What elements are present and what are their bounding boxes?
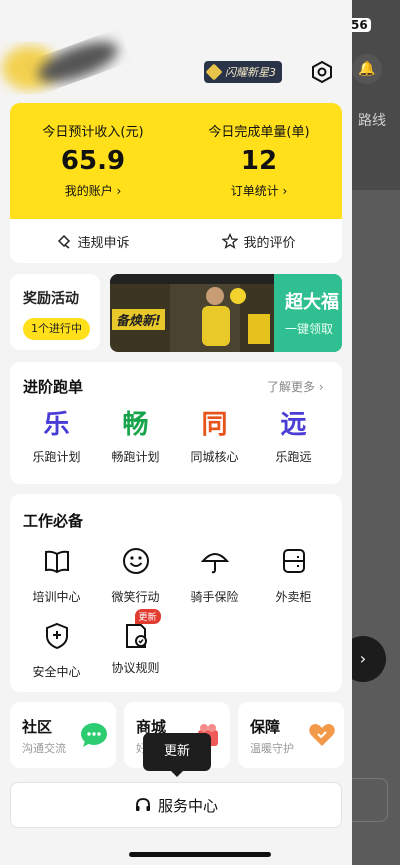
tool-agreement-rules[interactable]: 更新 协议规则 (96, 609, 175, 680)
home-indicator[interactable] (129, 852, 271, 857)
advance-grid: 乐 乐跑计划 畅 畅跑计划 同 同城核心 远 乐跑远 (17, 410, 333, 465)
promo-banner[interactable]: 备焕新! 超大福 一键领取 (110, 274, 342, 352)
lepaoyuan-char: 远 (280, 410, 307, 440)
work-essentials-title: 工作必备 (23, 512, 84, 530)
advance-item-label: 同城核心 (190, 450, 239, 464)
bell-icon[interactable]: 🔔 (352, 54, 382, 84)
protection-sub: 温暖守护 (250, 742, 294, 755)
tool-rider-insurance[interactable]: 骑手保险 (175, 546, 254, 605)
tool-label: 安全中心 (32, 665, 81, 679)
tool-delivery-locker[interactable]: 外卖柜 (254, 546, 333, 605)
tool-label: 协议规则 (111, 661, 160, 675)
today-income[interactable]: 今日预计收入(元) 65.9 我的账户 › (10, 103, 176, 199)
my-rating-button[interactable]: 我的评价 (176, 232, 342, 251)
tool-label: 外卖柜 (275, 590, 312, 604)
protection-title: 保障 (250, 718, 281, 736)
banner-right-title: 超大福 (285, 292, 339, 313)
community-sub: 沟通交流 (22, 742, 66, 755)
advance-item-tongcheng[interactable]: 同 同城核心 (175, 410, 254, 465)
headset-icon (135, 798, 150, 811)
star-icon (222, 233, 239, 249)
my-rating-label: 我的评价 (243, 235, 296, 251)
today-income-value: 65.9 (60, 146, 126, 176)
diamond-icon (205, 63, 223, 81)
changpao-char: 畅 (122, 410, 149, 440)
update-tag: 更新 (134, 609, 161, 624)
today-orders-value: 12 (240, 146, 278, 176)
community-title: 社区 (22, 718, 53, 736)
advance-item-lepao[interactable]: 乐 乐跑计划 (17, 410, 96, 465)
level-badge[interactable]: 闪耀新星3 (204, 61, 282, 83)
tools-row-1: 培训中心 微笑行动 骑手保险 外卖柜 (17, 546, 333, 605)
banner-left-text: 备焕新! (112, 309, 165, 330)
tool-label: 微笑行动 (111, 590, 160, 604)
order-stats-link[interactable]: 订单统计 › (176, 182, 342, 199)
tool-safety-center[interactable]: 安全中心 (17, 621, 96, 680)
tool-label: 骑手保险 (190, 590, 239, 604)
reward-count-pill: 1个进行中 (23, 318, 90, 340)
appeal-icon (58, 234, 71, 249)
heart-icon (309, 724, 335, 746)
tongcheng-char: 同 (201, 410, 228, 440)
advance-title: 进阶跑单 (23, 378, 84, 396)
shield-icon (45, 622, 68, 650)
locker-icon (282, 549, 305, 573)
banner-right-sub: 一键领取 (285, 322, 334, 336)
background-bottom-button[interactable] (352, 778, 388, 822)
book-icon (44, 550, 69, 574)
advance-item-label: 乐跑远 (275, 450, 312, 464)
service-center-label: 服务中心 (157, 796, 218, 815)
smile-icon (122, 548, 149, 574)
advance-item-lepaoyuan[interactable]: 远 乐跑远 (254, 410, 333, 465)
learn-more-link[interactable]: 了解更多 › (267, 378, 324, 395)
update-tooltip[interactable]: 更新 (143, 733, 211, 777)
community-card[interactable]: 社区 沟通交流 (10, 702, 116, 768)
route-label[interactable]: 路线 (358, 110, 386, 130)
advance-item-changpao[interactable]: 畅 畅跑计划 (96, 410, 175, 465)
advance-item-label: 畅跑计划 (111, 450, 160, 464)
report-row: 违规申诉 我的评价 (10, 219, 342, 263)
umbrella-icon (200, 553, 229, 574)
service-center-button[interactable]: 服务中心 (10, 782, 342, 828)
side-drawer: 闪耀新星3 今日预计收入(元) 65.9 我的账户 › 今日完成单量(单) 12… (0, 0, 352, 865)
settings-icon[interactable] (310, 60, 334, 84)
badge-label: 闪耀新星3 (225, 66, 276, 79)
today-income-label: 今日预计收入(元) (42, 125, 144, 140)
reward-title: 奖励活动 (23, 291, 79, 307)
violation-appeal-label: 违规申诉 (77, 235, 130, 251)
avatar[interactable] (0, 28, 130, 108)
lepao-char: 乐 (43, 410, 70, 440)
income-card: 今日预计收入(元) 65.9 我的账户 › 今日完成单量(单) 12 订单统计 … (10, 103, 342, 219)
tool-label: 培训中心 (32, 590, 81, 604)
agreement-icon-wrap: 更新 (121, 609, 161, 651)
tool-smile-action[interactable]: 微笑行动 (96, 546, 175, 605)
chat-bubble-icon (81, 723, 107, 747)
violation-appeal-button[interactable]: 违规申诉 (10, 232, 176, 251)
today-orders-label: 今日完成单量(单) (208, 125, 310, 140)
agreement-icon (125, 624, 147, 648)
my-account-link[interactable]: 我的账户 › (10, 182, 176, 199)
reward-activity-card[interactable]: 奖励活动 1个进行中 (10, 274, 100, 350)
advance-section: 进阶跑单 了解更多 › 乐 乐跑计划 畅 畅跑计划 同 同城核心 远 乐跑远 (10, 362, 342, 484)
tool-training-center[interactable]: 培训中心 (17, 546, 96, 605)
today-orders[interactable]: 今日完成单量(单) 12 订单统计 › (176, 103, 342, 199)
work-essentials-section: 工作必备 培训中心 微笑行动 骑手保险 外卖柜 安全中心 更新 协议规则 (10, 494, 342, 692)
advance-item-label: 乐跑计划 (32, 450, 81, 464)
tools-row-2: 安全中心 更新 协议规则 (17, 609, 175, 680)
protection-card[interactable]: 保障 温暖守护 (238, 702, 344, 768)
